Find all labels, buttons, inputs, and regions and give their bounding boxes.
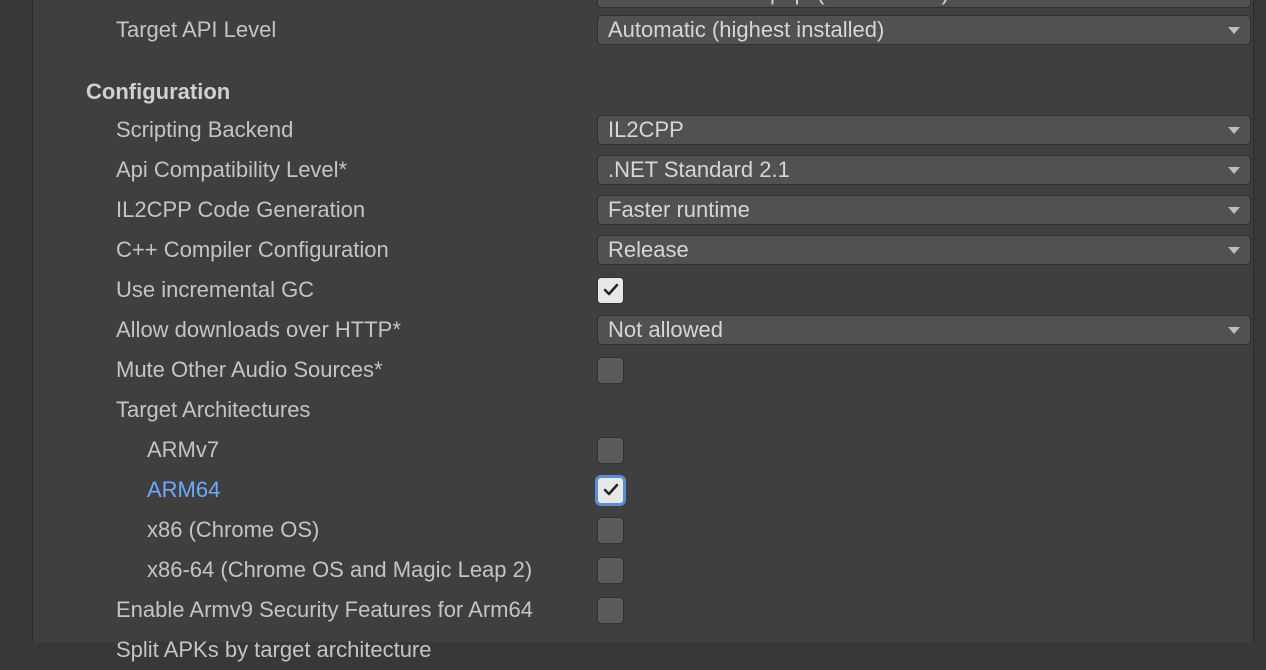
chevron-down-icon [1228,27,1240,34]
x86-64-label: x86-64 (Chrome OS and Magic Leap 2) [147,557,532,583]
row-arm64: ARM64 [33,470,1253,510]
scripting-backend-value: IL2CPP [608,117,1228,143]
target-api-level-dropdown[interactable]: Automatic (highest installed) [597,15,1251,45]
row-x86-64: x86-64 (Chrome OS and Magic Leap 2) [33,550,1253,590]
row-split-apks: Split APKs by target architecture [33,630,1253,670]
check-icon [603,282,619,298]
mute-audio-checkbox[interactable] [597,357,624,384]
minimum-api-level-value: Android 5.1 'Lollipop' (API level 22) [608,0,1228,6]
incremental-gc-checkbox[interactable] [597,277,624,304]
il2cpp-codegen-label: IL2CPP Code Generation [116,197,365,223]
row-mute-audio: Mute Other Audio Sources* [33,350,1253,390]
scripting-backend-dropdown[interactable]: IL2CPP [597,115,1251,145]
row-scripting-backend: Scripting Backend IL2CPP [33,110,1253,150]
il2cpp-codegen-dropdown[interactable]: Faster runtime [597,195,1251,225]
armv9-checkbox[interactable] [597,597,624,624]
row-armv7: ARMv7 [33,430,1253,470]
row-il2cpp-codegen: IL2CPP Code Generation Faster runtime [33,190,1253,230]
arm64-label: ARM64 [147,477,220,503]
mute-audio-label: Mute Other Audio Sources* [116,357,383,383]
armv9-label: Enable Armv9 Security Features for Arm64 [116,597,533,623]
incremental-gc-label: Use incremental GC [116,277,314,303]
cpp-compiler-label: C++ Compiler Configuration [116,237,389,263]
chevron-down-icon [1228,127,1240,134]
row-cpp-compiler: C++ Compiler Configuration Release [33,230,1253,270]
allow-http-value: Not allowed [608,317,1228,343]
target-api-level-label: Target API Level [116,17,276,43]
chevron-down-icon [1228,247,1240,254]
row-api-compat: Api Compatibility Level* .NET Standard 2… [33,150,1253,190]
x86-label: x86 (Chrome OS) [147,517,319,543]
configuration-section-title: Configuration [86,79,230,105]
row-target-arch-header: Target Architectures [33,390,1253,430]
row-target-api-level: Target API Level Automatic (highest inst… [33,10,1253,50]
chevron-down-icon [1228,327,1240,334]
x86-checkbox[interactable] [597,517,624,544]
il2cpp-codegen-value: Faster runtime [608,197,1228,223]
api-compat-value: .NET Standard 2.1 [608,157,1228,183]
armv7-checkbox[interactable] [597,437,624,464]
row-armv9: Enable Armv9 Security Features for Arm64 [33,590,1253,630]
scripting-backend-label: Scripting Backend [116,117,293,143]
chevron-down-icon [1228,207,1240,214]
allow-http-dropdown[interactable]: Not allowed [597,315,1251,345]
split-apks-label: Split APKs by target architecture [116,637,432,663]
allow-http-label: Allow downloads over HTTP* [116,317,401,343]
chevron-down-icon [1228,167,1240,174]
api-compat-dropdown[interactable]: .NET Standard 2.1 [597,155,1251,185]
cpp-compiler-value: Release [608,237,1228,263]
check-icon [603,482,619,498]
row-allow-http: Allow downloads over HTTP* Not allowed [33,310,1253,350]
x86-64-checkbox[interactable] [597,557,624,584]
target-api-level-value: Automatic (highest installed) [608,17,1228,43]
armv7-label: ARMv7 [147,437,219,463]
minimum-api-level-label: Minimum API Level [116,0,304,6]
cpp-compiler-dropdown[interactable]: Release [597,235,1251,265]
settings-panel: Minimum API Level Android 5.1 'Lollipop'… [32,0,1254,642]
row-x86: x86 (Chrome OS) [33,510,1253,550]
api-compat-label: Api Compatibility Level* [116,157,347,183]
row-configuration-header: Configuration [33,72,1253,112]
arm64-checkbox[interactable] [597,477,624,504]
target-arch-label: Target Architectures [116,397,310,423]
row-incremental-gc: Use incremental GC [33,270,1253,310]
minimum-api-level-dropdown[interactable]: Android 5.1 'Lollipop' (API level 22) [597,0,1251,8]
